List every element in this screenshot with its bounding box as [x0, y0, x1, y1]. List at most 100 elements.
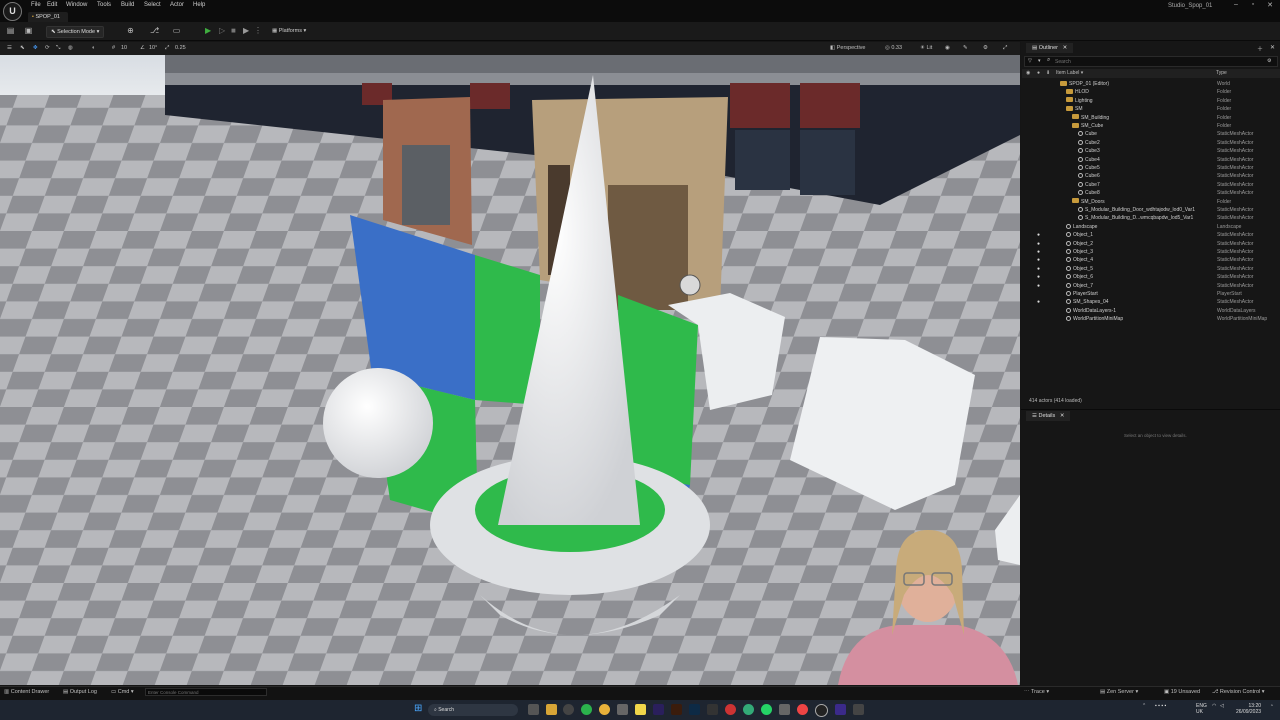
visibility-eye-icon[interactable]: ● — [1037, 282, 1040, 290]
outliner-row[interactable]: ● Object_3 StaticMeshActor — [1022, 248, 1280, 256]
add-panel-icon[interactable]: ＋ — [1257, 44, 1263, 53]
menu-build[interactable]: Build — [121, 2, 134, 8]
outliner-row[interactable]: ● Object_6 StaticMeshActor — [1022, 273, 1280, 281]
selection-mode-dropdown[interactable]: ⬉ Selection Mode ▾ — [46, 26, 105, 38]
taskbar-search[interactable]: ⌕ Search — [428, 704, 518, 716]
outliner-row[interactable]: ● Object_7 StaticMeshActor — [1022, 282, 1280, 290]
chrome-icon[interactable] — [599, 704, 610, 715]
outliner-row[interactable]: ● Object_1 StaticMeshActor — [1022, 231, 1280, 239]
app-icon-5[interactable] — [853, 704, 864, 715]
scale-tool-icon[interactable]: ⤡ — [56, 44, 60, 53]
translate-tool-icon[interactable]: ✥ — [33, 44, 38, 53]
menu-actor[interactable]: Actor — [170, 2, 184, 8]
stop-icon[interactable]: ■ — [231, 26, 236, 36]
clock[interactable]: 13:20 26/09/2023 — [1236, 703, 1261, 715]
unsaved-button[interactable]: ▣ 19 Unsaved — [1164, 689, 1200, 695]
visibility-eye-icon[interactable]: ● — [1037, 240, 1040, 248]
outliner-row[interactable]: ● Object_5 StaticMeshActor — [1022, 265, 1280, 273]
viewport-settings-icon[interactable]: ⚙ — [983, 44, 988, 53]
menu-window[interactable]: Window — [66, 2, 87, 8]
add-filter-icon[interactable]: ▾ — [1038, 58, 1041, 64]
close-outliner-icon[interactable]: ✕ — [1060, 45, 1068, 51]
outliner-row[interactable]: Cube7 StaticMeshActor — [1022, 181, 1280, 189]
fov-dropdown[interactable]: ◎ 0.33 — [885, 44, 902, 53]
cinematics-icon[interactable]: ▭ — [172, 26, 181, 35]
menu-help[interactable]: Help — [193, 2, 205, 8]
grid-snap-value[interactable]: 10 — [121, 44, 127, 53]
pin-column-icon[interactable]: ● — [1037, 69, 1040, 78]
menu-edit[interactable]: Edit — [47, 2, 57, 8]
outliner-row[interactable]: SM_Building Folder — [1022, 114, 1280, 122]
after-effects-icon[interactable] — [653, 704, 664, 715]
visibility-eye-icon[interactable]: ● — [1037, 273, 1040, 281]
cmd-dropdown[interactable]: ▭ Cmd ▾ — [111, 689, 134, 695]
item-label-column[interactable]: Item Label ▾ — [1056, 69, 1083, 78]
windows-start-icon[interactable]: ⊞ — [414, 704, 424, 714]
outliner-row[interactable]: WorldDataLayers-1 WorldDataLayers — [1022, 307, 1280, 315]
step-icon[interactable]: ▷ — [219, 26, 225, 36]
content-browser-icon[interactable]: ▣ — [24, 26, 33, 35]
outliner-row[interactable]: SM_Doors Folder — [1022, 198, 1280, 206]
spotify-icon[interactable] — [581, 704, 592, 715]
app-icon-2[interactable] — [725, 704, 736, 715]
tray-chevron-icon[interactable]: ⌃ — [1142, 703, 1146, 709]
rotation-snap-icon[interactable]: ∠ — [140, 44, 145, 53]
outliner-row[interactable]: Cube3 StaticMeshActor — [1022, 147, 1280, 155]
outliner-row[interactable]: S_Modular_Building_Door_wdhtajodw_lod0_V… — [1022, 206, 1280, 214]
maximize-viewport-icon[interactable]: ⤢ — [1003, 44, 1007, 53]
unreal-taskbar-icon[interactable] — [815, 704, 828, 717]
task-view-icon[interactable] — [528, 704, 539, 715]
play-icon[interactable]: ▶ — [205, 26, 211, 36]
eject-icon[interactable]: ▶ — [243, 26, 249, 36]
media-encoder-icon[interactable] — [835, 704, 846, 715]
wifi-icon[interactable]: ◠ — [1212, 703, 1216, 709]
pivot-gizmo[interactable] — [679, 274, 701, 296]
trace-dropdown[interactable]: ⋯ Trace ▾ — [1024, 689, 1049, 695]
perspective-dropdown[interactable]: ◧ Perspective — [830, 44, 865, 53]
outliner-row[interactable]: Lighting Folder — [1022, 97, 1280, 105]
visibility-column-icon[interactable]: ◉ — [1026, 69, 1030, 78]
outliner-settings-icon[interactable]: ⚙ — [1267, 58, 1271, 64]
photoshop-icon[interactable] — [689, 704, 700, 715]
content-drawer-button[interactable]: ▥ Content Drawer — [4, 689, 49, 695]
world-local-icon[interactable]: ◍ — [68, 44, 73, 53]
save-icon[interactable]: ▤ — [6, 26, 15, 35]
outliner-row[interactable]: Cube4 StaticMeshActor — [1022, 156, 1280, 164]
revision-control-button[interactable]: ⎇ Revision Control ▾ — [1212, 689, 1265, 695]
close-details-icon[interactable]: ✕ — [1057, 413, 1065, 419]
illustrator-icon[interactable] — [671, 704, 682, 715]
outliner-search-input[interactable] — [1055, 57, 1245, 66]
outliner-row[interactable]: ● Object_4 StaticMeshActor — [1022, 256, 1280, 264]
outliner-row[interactable]: PlayerStart PlayerStart — [1022, 290, 1280, 298]
scale-snap-icon[interactable]: ⤢ — [165, 44, 169, 53]
outliner-row[interactable]: HLOD Folder — [1022, 88, 1280, 96]
outliner-row[interactable]: Cube5 StaticMeshActor — [1022, 164, 1280, 172]
tray-app-icons[interactable]: ▪ ▪ ▪ ▪ — [1155, 703, 1166, 709]
details-tab[interactable]: ☰ Details ✕ — [1026, 411, 1071, 421]
grid-snap-icon[interactable]: # — [112, 44, 115, 53]
close-panel-icon[interactable]: ✕ — [1270, 44, 1275, 51]
volume-icon[interactable]: ◁ — [1220, 703, 1224, 709]
app-icon-3[interactable] — [779, 704, 790, 715]
outliner-row[interactable]: SPOP_01 (Editor) World — [1022, 80, 1280, 88]
notification-icon[interactable]: ◔ — [1270, 703, 1273, 709]
lit-dropdown[interactable]: ☀ Lit — [920, 44, 932, 53]
visibility-eye-icon[interactable]: ● — [1037, 256, 1040, 264]
outliner-row[interactable]: Cube8 StaticMeshActor — [1022, 189, 1280, 197]
capcut-icon[interactable] — [707, 704, 718, 715]
outliner-row[interactable]: WorldPartitionMiniMap WorldPartitionMiniM… — [1022, 315, 1280, 323]
maximize-icon[interactable]: ▫ — [1245, 1, 1261, 11]
filter-icon[interactable]: ▽ — [1028, 58, 1032, 64]
visibility-eye-icon[interactable]: ● — [1037, 298, 1040, 306]
add-actor-icon[interactable]: ⊕ — [126, 26, 135, 35]
outliner-row[interactable]: S_Modular_Building_D...wmcqbapdw_lod5_Va… — [1022, 214, 1280, 222]
outliner-row[interactable]: ● SM_Shapes_04 StaticMeshActor — [1022, 298, 1280, 306]
outliner-tab[interactable]: ▤ Outliner ✕ — [1026, 43, 1074, 53]
realtime-icon[interactable]: ✎ — [963, 44, 968, 53]
menu-file[interactable]: File — [31, 2, 41, 8]
outliner-row[interactable]: Cube6 StaticMeshActor — [1022, 172, 1280, 180]
output-log-button[interactable]: ▤ Output Log — [63, 689, 97, 695]
menu-tools[interactable]: Tools — [97, 2, 111, 8]
steam-icon[interactable] — [563, 704, 574, 715]
level-tab[interactable]: ▪ SPOP_01 — [28, 12, 68, 22]
